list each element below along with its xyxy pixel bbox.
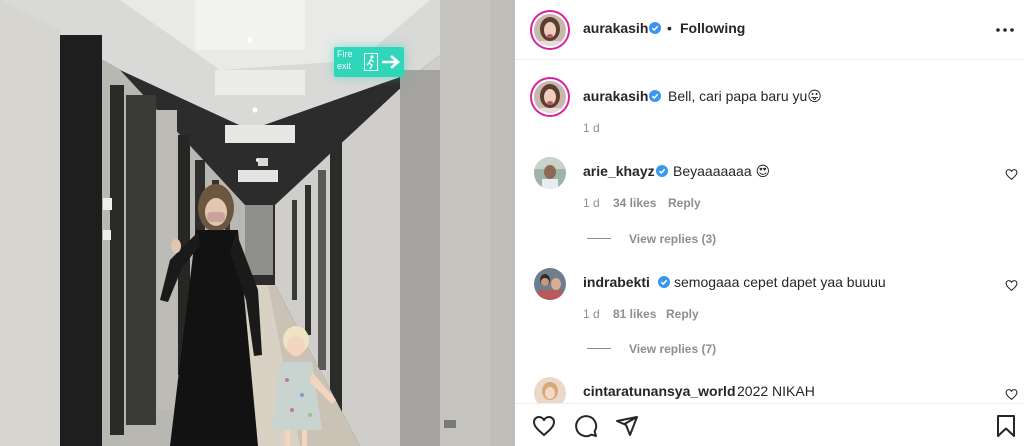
action-bar [515, 403, 1024, 446]
fire-exit-sign-line2: exit [337, 61, 352, 71]
comment-text: Beyaaaaaaa 😍 [673, 163, 771, 179]
caption-avatar-image [534, 81, 566, 113]
author-avatar-image [534, 14, 566, 46]
view-replies-button[interactable]: View replies (7) [629, 342, 716, 356]
reply-button[interactable]: Reply [668, 196, 701, 210]
post-header: aurakasih • Following [515, 0, 1024, 60]
verified-badge-icon [656, 165, 668, 177]
verified-badge-icon [649, 90, 661, 102]
header-separator-dot: • [667, 20, 672, 36]
view-replies-line [587, 348, 611, 349]
running-man-icon [364, 53, 378, 71]
commenter-avatar-image [534, 268, 566, 300]
hallway-photo [0, 0, 515, 446]
reply-button[interactable]: Reply [666, 307, 699, 321]
verified-badge-icon [649, 22, 661, 34]
view-replies-line [587, 238, 611, 239]
arrow-right-icon [382, 55, 400, 69]
comment-text: semogaaa cepet dapet yaa buuuu [674, 274, 886, 290]
fire-exit-sign-line1: Fire [337, 49, 353, 59]
commenter-avatar[interactable] [534, 157, 566, 189]
comment-time[interactable]: 1 d [583, 196, 600, 210]
like-comment-heart-icon[interactable] [1005, 168, 1018, 181]
like-comment-heart-icon[interactable] [1005, 279, 1018, 292]
caption-text: Bell, cari papa baru yu😛 [668, 88, 822, 104]
author-avatar[interactable] [530, 10, 570, 50]
heart-icon[interactable] [532, 414, 556, 438]
like-comment-heart-icon[interactable] [1005, 388, 1018, 401]
comment-icon[interactable] [574, 414, 598, 438]
comment-username[interactable]: cintaratunansya_world [583, 383, 736, 399]
share-icon[interactable] [615, 414, 639, 438]
bookmark-icon[interactable] [994, 414, 1018, 438]
post-photo[interactable]: Fire exit [0, 0, 515, 446]
comment-text: 2022 NIKAH [737, 383, 815, 399]
caption-avatar[interactable] [530, 77, 570, 117]
comment-likes[interactable]: 34 likes [613, 196, 656, 210]
more-horizontal-icon[interactable] [995, 27, 1015, 33]
post-detail-panel: aurakasih • Following aurakasih Bell, ca… [515, 0, 1024, 446]
comment-username[interactable]: arie_khayz [583, 163, 655, 179]
caption-username[interactable]: aurakasih [583, 88, 648, 104]
following-button[interactable]: Following [680, 20, 745, 36]
fire-exit-sign: Fire exit [334, 47, 404, 77]
commenter-avatar-image [534, 157, 566, 189]
comment-username[interactable]: indrabekti [583, 274, 650, 290]
author-username[interactable]: aurakasih [583, 20, 648, 36]
commenter-avatar[interactable] [534, 268, 566, 300]
verified-badge-icon [658, 276, 670, 288]
comment-time[interactable]: 1 d [583, 307, 600, 321]
comment-likes[interactable]: 81 likes [613, 307, 656, 321]
view-replies-button[interactable]: View replies (3) [629, 232, 716, 246]
caption-time[interactable]: 1 d [583, 121, 600, 135]
